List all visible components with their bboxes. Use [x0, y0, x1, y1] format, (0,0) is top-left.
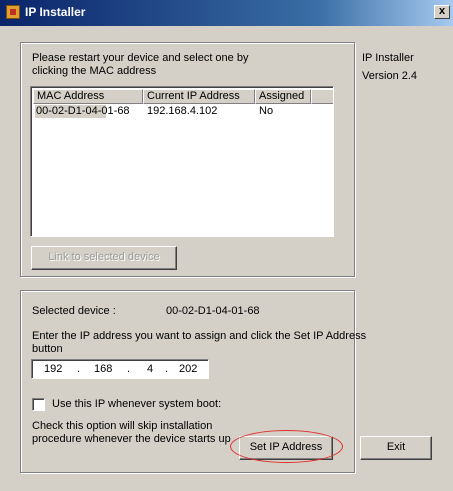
title-bar[interactable]: IP Installer x [0, 0, 453, 26]
ip-octet-3[interactable]: 4 [147, 363, 153, 375]
device-instructions-line2: clicking the MAC address [32, 65, 157, 77]
column-header-mac[interactable]: MAC Address [33, 89, 143, 104]
device-instructions-line1: Please restart your device and select on… [32, 52, 249, 64]
ip-octet-1[interactable]: 192 [44, 363, 62, 375]
selected-device-value: 00-02-D1-04-01-68 [166, 305, 260, 317]
enter-ip-instructions-line2: button [32, 343, 63, 355]
row-assigned[interactable]: No [259, 105, 273, 117]
row-ip-address[interactable]: 192.168.4.102 [147, 105, 217, 117]
column-header-ip[interactable]: Current IP Address [143, 89, 255, 104]
app-icon [6, 5, 20, 19]
column-header-filler [311, 89, 333, 104]
row-mac-address[interactable]: 00-02-D1-04-01-68 [36, 105, 130, 117]
product-name: IP Installer [362, 52, 414, 64]
option-note-line2: procedure whenever the device starts up [32, 433, 231, 445]
ip-octet-4[interactable]: 202 [179, 363, 197, 375]
ip-dot-3: . [165, 363, 169, 375]
ip-dot-1: . [77, 363, 81, 375]
use-ip-on-boot-label[interactable]: Use this IP whenever system boot: [52, 398, 221, 410]
window-title: IP Installer [25, 5, 86, 19]
enter-ip-instructions-line1: Enter the IP address you want to assign … [32, 330, 367, 342]
exit-button[interactable]: Exit [360, 436, 432, 460]
device-list[interactable]: MAC Address Current IP Address Assigned … [30, 86, 334, 237]
selected-device-label: Selected device : [32, 305, 116, 317]
option-note-line1: Check this option will skip installation [32, 420, 213, 432]
use-ip-on-boot-checkbox[interactable] [32, 398, 45, 411]
highlight-ellipse-annotation [230, 430, 343, 463]
ip-address-field[interactable]: 192 . 168 . 4 . 202 [31, 359, 209, 379]
column-header-assigned[interactable]: Assigned [255, 89, 311, 104]
ip-octet-2[interactable]: 168 [94, 363, 112, 375]
link-to-selected-device-button[interactable]: Link to selected device [31, 246, 177, 270]
version-text: Version 2.4 [362, 70, 418, 82]
ip-dot-2: . [127, 363, 131, 375]
close-button[interactable]: x [434, 5, 450, 19]
ip-installer-window: IP Installer x Please restart your devic… [0, 0, 453, 491]
